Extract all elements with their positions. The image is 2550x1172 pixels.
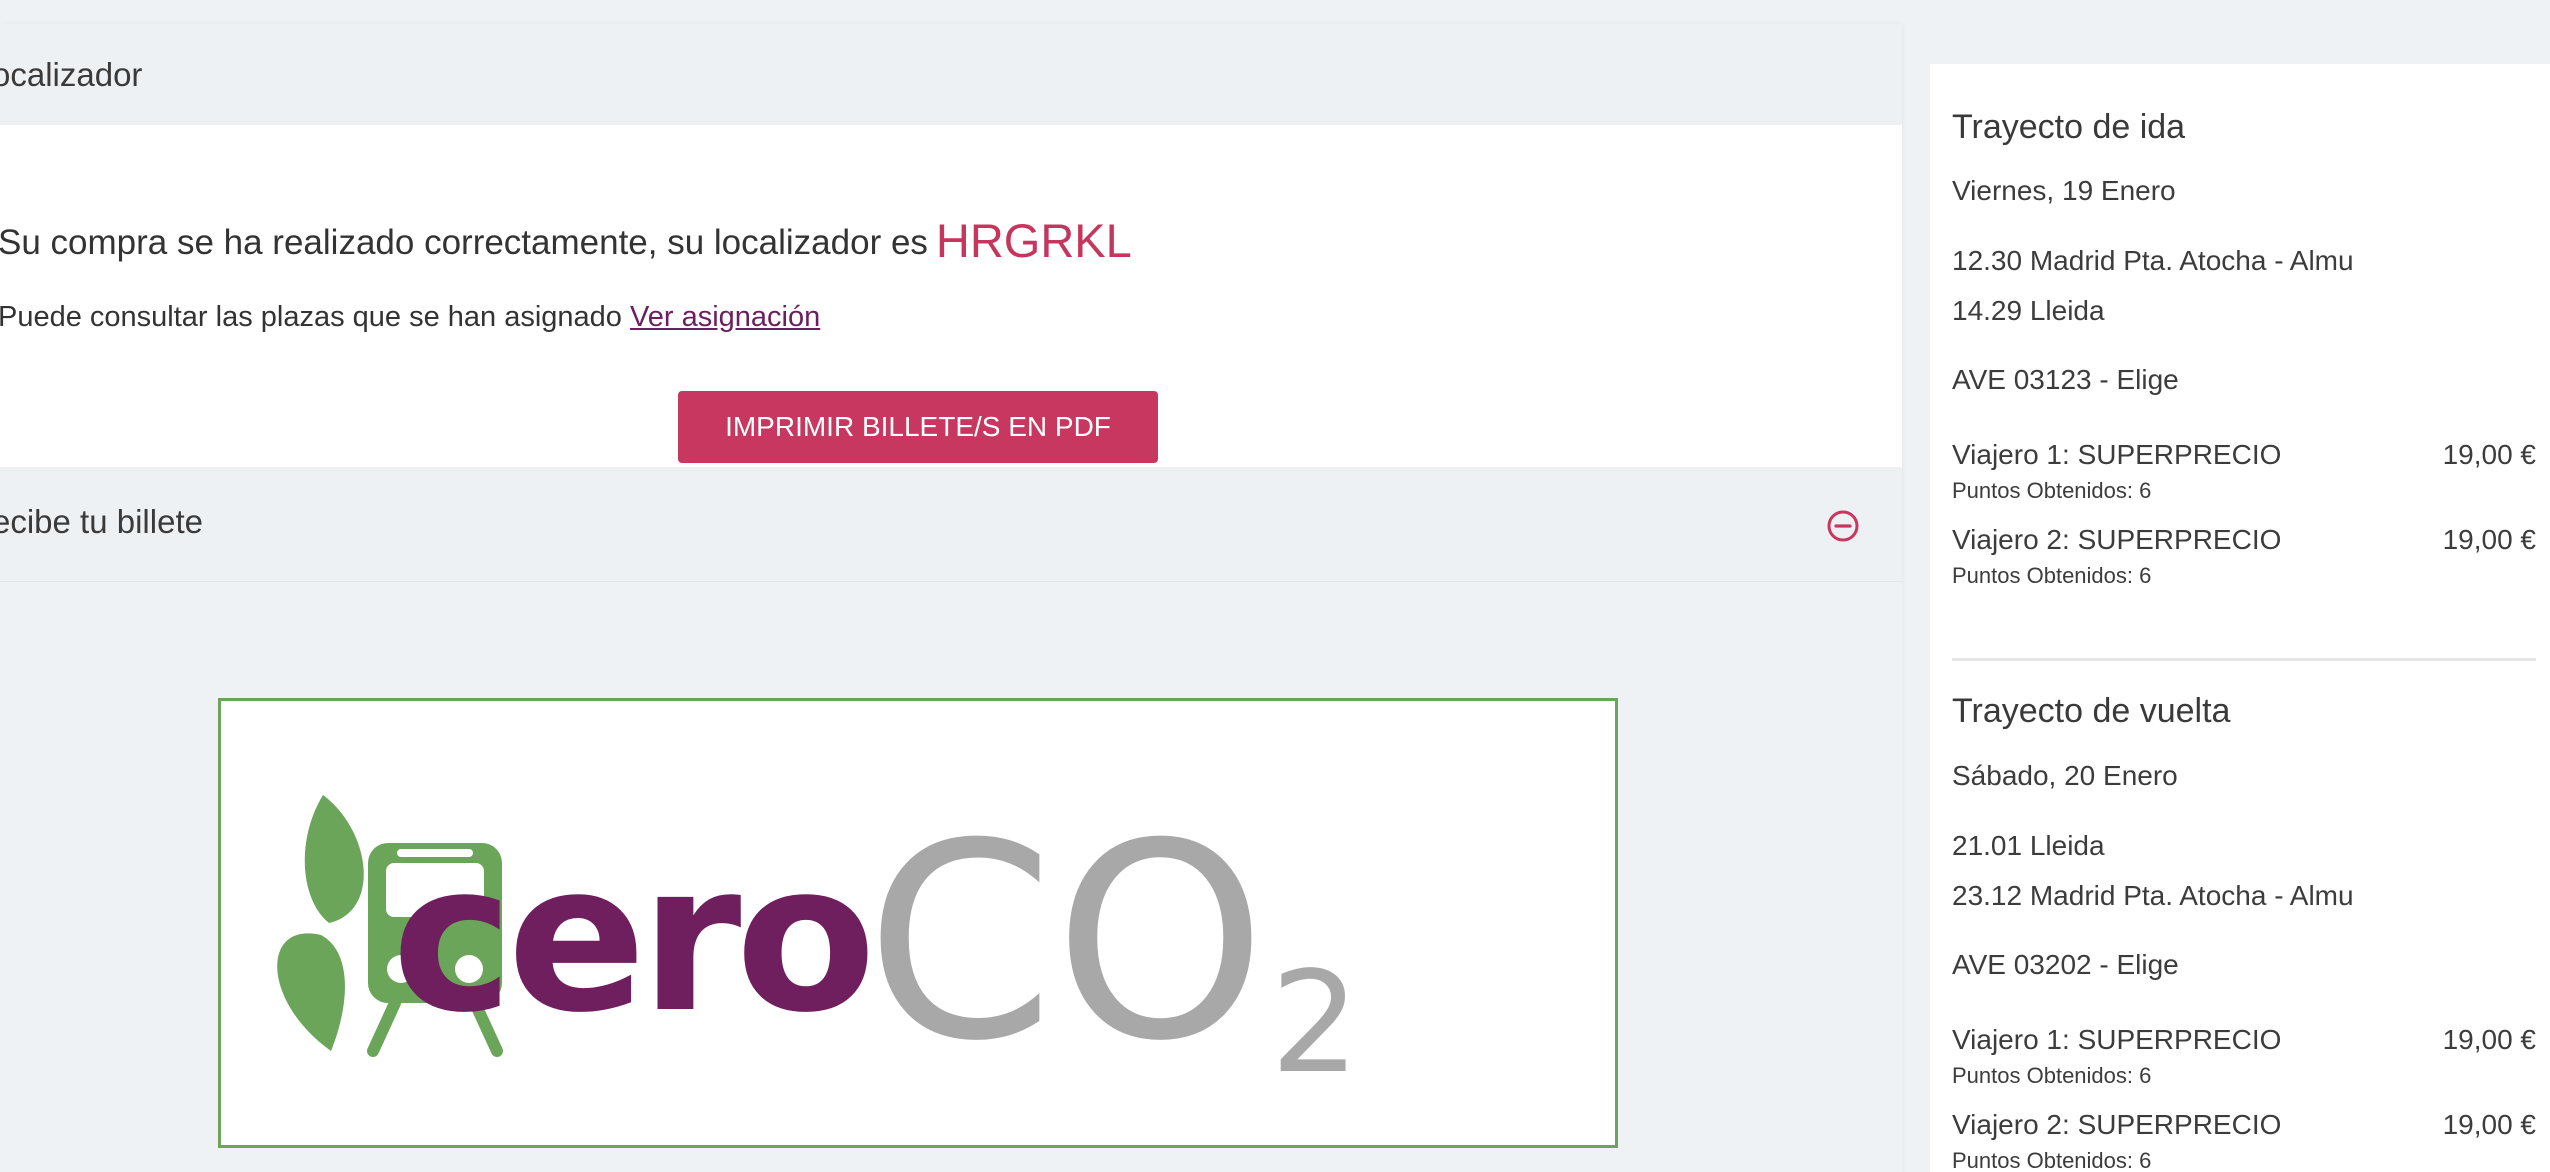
outbound-trip-title: Trayecto de ida (1952, 108, 2186, 146)
recibe-billete-title: ecibe tu billete (0, 503, 203, 540)
outbound-traveler-2-points: Puntos Obtenidos: 6 (1952, 563, 2152, 588)
locator-code: HRGRKL (935, 214, 1132, 267)
return-train: AVE 03202 - Elige (1952, 949, 2179, 980)
return-arrival: 23.12 Madrid Pta. Atocha - Almu (1952, 880, 2354, 911)
return-date: Sábado, 20 Enero (1952, 760, 2178, 791)
leaf-bottom-icon (277, 933, 345, 1051)
minus-circle-icon[interactable] (1826, 509, 1860, 543)
cero-co2-logo-graphic: cero CO 2 (277, 785, 1360, 1105)
purchase-confirmation: Su compra se ha realizado correctamente,… (0, 213, 1132, 268)
logo-word-co: CO (865, 785, 1266, 1100)
return-departure: 21.01 Lleida (1952, 830, 2105, 861)
seats-message: Puede consultar las plazas que se han as… (0, 301, 622, 333)
return-traveler-1-price: 19,00 € (2442, 1024, 2536, 1055)
confirmation-message: Su compra se ha realizado correctamente,… (0, 223, 928, 262)
logo-word-cero: cero (392, 820, 871, 1058)
outbound-date: Viernes, 19 Enero (1952, 175, 2176, 206)
leaf-top-icon (304, 795, 364, 923)
return-traveler-2-points: Puntos Obtenidos: 6 (1952, 1148, 2152, 1172)
print-tickets-pdf-button[interactable]: IMPRIMIR BILLETE/S EN PDF (678, 391, 1158, 463)
cero-co2-logo: cero CO 2 (218, 698, 1618, 1148)
return-trip-title: Trayecto de vuelta (1952, 692, 2231, 730)
localizador-title: ocalizador (0, 56, 143, 93)
localizador-body: Su compra se ha realizado correctamente,… (0, 125, 1902, 467)
outbound-departure: 12.30 Madrid Pta. Atocha - Almu (1952, 245, 2354, 276)
outbound-traveler-2-price: 19,00 € (2442, 524, 2536, 555)
return-traveler-2-price: 19,00 € (2442, 1109, 2536, 1140)
return-traveler-2: Viajero 2: SUPERPRECIO (1952, 1109, 2282, 1140)
outbound-arrival: 14.29 Lleida (1952, 295, 2105, 326)
return-traveler-1: Viajero 1: SUPERPRECIO (1952, 1024, 2282, 1055)
outbound-train: AVE 03123 - Elige (1952, 364, 2179, 395)
return-traveler-1-points: Puntos Obtenidos: 6 (1952, 1063, 2152, 1088)
localizador-header: ocalizador (0, 24, 1902, 125)
logo-subscript-2: 2 (1270, 942, 1359, 1105)
trip-divider (1952, 658, 2536, 661)
seat-assignment-text: Puede consultar las plazas que se han as… (0, 301, 820, 334)
recibe-billete-header[interactable]: ecibe tu billete (0, 467, 1902, 582)
outbound-traveler-1-points: Puntos Obtenidos: 6 (1952, 478, 2152, 503)
main-panel: ocalizador Su compra se ha realizado cor… (0, 24, 1902, 1172)
view-assignment-link[interactable]: Ver asignación (630, 301, 820, 333)
trip-summary-sidebar: Trayecto de ida Viernes, 19 Enero 12.30 … (1930, 64, 2550, 1172)
outbound-traveler-2: Viajero 2: SUPERPRECIO (1952, 524, 2282, 555)
outbound-traveler-1-price: 19,00 € (2442, 439, 2536, 470)
outbound-traveler-1: Viajero 1: SUPERPRECIO (1952, 439, 2282, 470)
